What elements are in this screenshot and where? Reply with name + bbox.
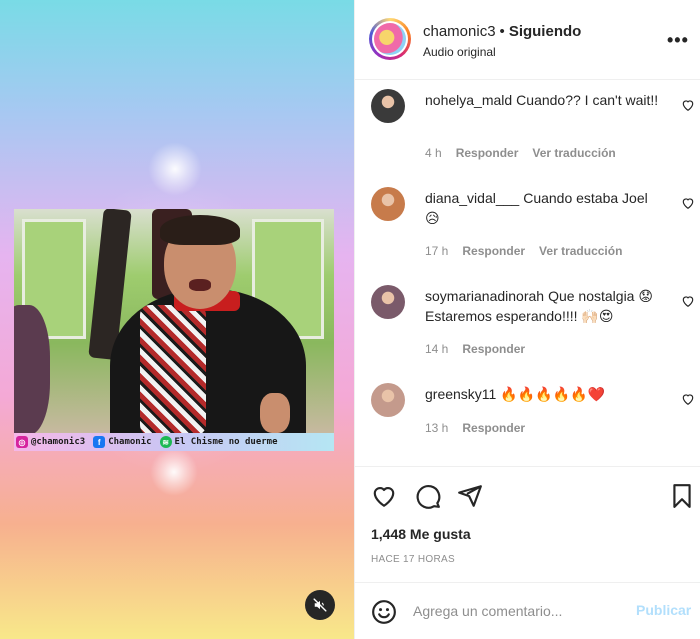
save-bookmark-icon[interactable] xyxy=(669,483,695,509)
reply-button[interactable]: Responder xyxy=(462,421,525,435)
comment-meta: 17 h Responder Ver traducción xyxy=(425,244,636,258)
comment-username[interactable]: diana_vidal___ xyxy=(425,190,519,206)
credit-facebook: f Chamonic xyxy=(93,436,152,448)
comment-time[interactable]: 14 h xyxy=(425,342,448,356)
more-options-icon[interactable]: ••• xyxy=(667,30,689,51)
singer-hand xyxy=(260,393,290,433)
follow-status-button[interactable]: Siguiendo xyxy=(509,23,582,40)
facebook-icon: f xyxy=(93,436,106,448)
avatar[interactable] xyxy=(371,89,405,123)
heart-icon[interactable] xyxy=(681,294,695,308)
credits-bar: ◎ @chamonic3 f Chamonic ≋ El Chisme no d… xyxy=(14,433,334,451)
post-media[interactable]: ◎ @chamonic3 f Chamonic ≋ El Chisme no d… xyxy=(0,0,354,639)
reply-button[interactable]: Responder xyxy=(456,146,519,160)
comment-time[interactable]: 13 h xyxy=(425,421,448,435)
like-heart-icon[interactable] xyxy=(371,483,397,509)
comment-text: diana_vidal___ Cuando estaba Joel 😥 xyxy=(425,188,665,228)
video-frame[interactable] xyxy=(14,209,334,433)
comment-time[interactable]: 4 h xyxy=(425,146,442,160)
credit-text: @chamonic3 xyxy=(31,437,86,447)
post-header: chamonic3 • Siguiendo Audio original ••• xyxy=(355,0,700,80)
avatar[interactable] xyxy=(371,187,405,221)
heart-icon[interactable] xyxy=(681,98,695,112)
comment-username[interactable]: soymarianadinorah xyxy=(425,288,544,304)
audio-label[interactable]: Audio original xyxy=(423,45,496,59)
post-sidebar: chamonic3 • Siguiendo Audio original ••• n… xyxy=(354,0,700,639)
share-paper-plane-icon[interactable] xyxy=(457,483,483,509)
comment-message: Cuando?? I can't wait!! xyxy=(516,92,659,108)
comments-list: nohelya_mald Cuando?? I can't wait!! 4 h R… xyxy=(355,80,700,466)
comment-username[interactable]: greensky11 xyxy=(425,386,496,402)
comment-time[interactable]: 17 h xyxy=(425,244,448,258)
singer-mouth xyxy=(189,279,211,291)
comment-text: soymarianadinorah Que nostalgia 😟 Estarem… xyxy=(425,286,665,326)
credit-text: Chamonic xyxy=(108,437,152,447)
avatar[interactable] xyxy=(371,383,405,417)
singer-shirt xyxy=(140,305,206,433)
mute-button[interactable] xyxy=(305,590,335,620)
reply-button[interactable]: Responder xyxy=(462,244,525,258)
likes-count[interactable]: 1,448 Me gusta xyxy=(371,526,471,542)
side-person xyxy=(14,305,50,433)
avatar[interactable] xyxy=(369,18,411,60)
author-line: chamonic3 • Siguiendo xyxy=(423,23,581,40)
comment-text: nohelya_mald Cuando?? I can't wait!! xyxy=(425,90,665,110)
emoji-icon[interactable] xyxy=(371,599,397,625)
post-actions: 1,448 Me gusta Hace 17 horas xyxy=(355,466,700,582)
comment-text: greensky11 🔥🔥🔥🔥🔥❤️ xyxy=(425,384,665,404)
heart-icon[interactable] xyxy=(681,392,695,406)
sparkle-bottom xyxy=(150,448,198,496)
comment-meta: 14 h Responder xyxy=(425,342,539,356)
singer-hair xyxy=(160,215,240,245)
publish-button[interactable]: Publicar xyxy=(636,602,691,618)
separator-dot: • xyxy=(499,23,505,40)
translate-button[interactable]: Ver traducción xyxy=(539,244,622,258)
spotify-icon: ≋ xyxy=(159,436,172,448)
add-comment-bar: Publicar xyxy=(355,582,700,639)
instagram-icon: ◎ xyxy=(16,436,28,448)
comment-input[interactable] xyxy=(413,599,623,623)
reply-button[interactable]: Responder xyxy=(462,342,525,356)
comment-meta: 4 h Responder Ver traducción xyxy=(425,146,630,160)
credit-instagram: ◎ @chamonic3 xyxy=(16,436,85,448)
comment-username[interactable]: nohelya_mald xyxy=(425,92,512,108)
muted-speaker-icon xyxy=(313,598,327,612)
avatar[interactable] xyxy=(371,285,405,319)
comment-meta: 13 h Responder xyxy=(425,421,539,435)
author-username[interactable]: chamonic3 xyxy=(423,23,496,40)
credit-spotify: ≋ El Chisme no duerme xyxy=(159,436,278,448)
sparkle-top xyxy=(148,142,202,196)
comment-message: 🔥🔥🔥🔥🔥❤️ xyxy=(500,386,605,402)
post-timestamp[interactable]: Hace 17 horas xyxy=(371,554,455,565)
credit-text: El Chisme no duerme xyxy=(174,437,278,447)
translate-button[interactable]: Ver traducción xyxy=(532,146,615,160)
heart-icon[interactable] xyxy=(681,196,695,210)
comment-bubble-icon[interactable] xyxy=(415,483,441,509)
